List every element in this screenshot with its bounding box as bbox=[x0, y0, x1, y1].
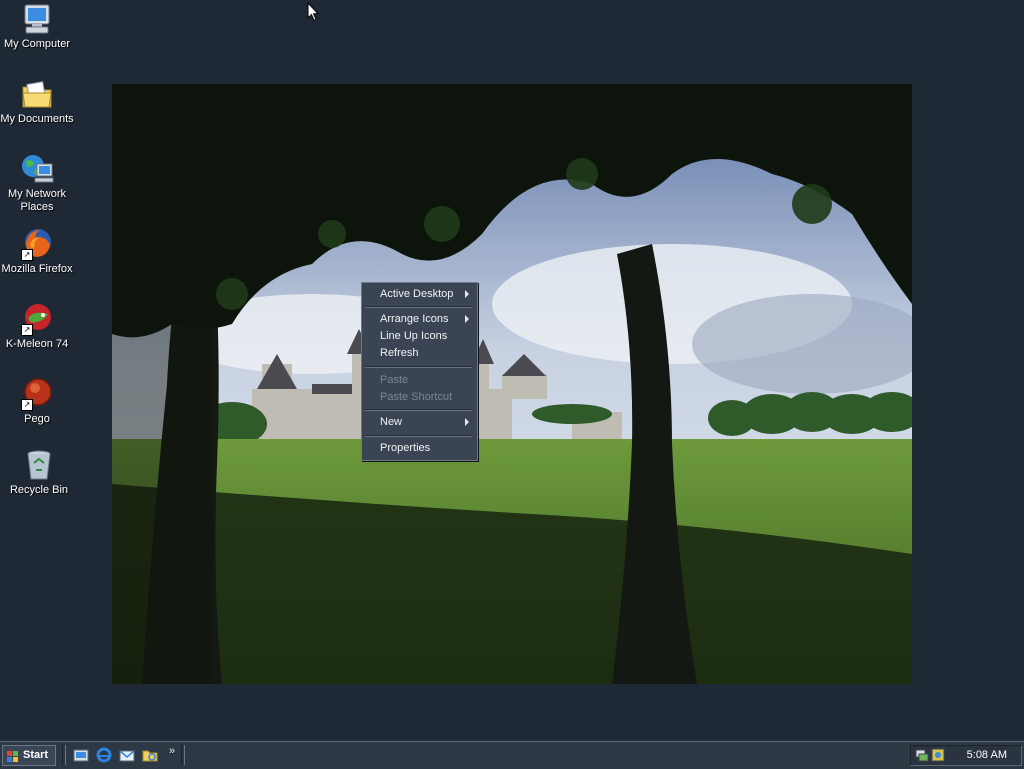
menu-item-arrange-icons[interactable]: Arrange Icons bbox=[362, 311, 475, 327]
menu-item-new[interactable]: New bbox=[362, 414, 475, 430]
menu-separator bbox=[365, 409, 472, 411]
submenu-arrow-icon bbox=[465, 418, 469, 426]
start-label: Start bbox=[23, 749, 49, 761]
taskbar: Start » 5:08 AM bbox=[0, 741, 1024, 769]
desktop-icon-my-network-places[interactable]: My Network Places bbox=[0, 152, 74, 214]
menu-item-paste-shortcut[interactable]: Paste Shortcut bbox=[362, 389, 475, 405]
menu-item-label: Active Desktop bbox=[380, 288, 454, 300]
my-documents-icon bbox=[20, 77, 54, 111]
my-computer-icon bbox=[20, 2, 54, 36]
menu-item-label: Arrange Icons bbox=[380, 313, 449, 325]
menu-separator bbox=[365, 306, 472, 308]
recycle-bin-icon bbox=[22, 448, 56, 482]
internet-explorer-icon[interactable] bbox=[96, 747, 112, 763]
menu-item-label: Paste Shortcut bbox=[380, 391, 453, 403]
desktop-icon-label: My Documents bbox=[0, 113, 74, 125]
desktop-icon-label: Recycle Bin bbox=[9, 484, 69, 496]
desktop-icon-label: My Network Places bbox=[7, 188, 67, 213]
taskbar-clock[interactable]: 5:08 AM bbox=[967, 749, 1007, 761]
kmeleon-icon: ↗ bbox=[20, 302, 54, 336]
taskbar-divider bbox=[62, 745, 66, 765]
desktop-icon-recycle-bin[interactable]: Recycle Bin bbox=[2, 448, 76, 497]
desktop-context-menu: Active Desktop Arrange Icons Line Up Ico… bbox=[361, 282, 478, 461]
menu-separator bbox=[365, 366, 472, 368]
desktop-icon-my-computer[interactable]: My Computer bbox=[0, 2, 74, 51]
menu-item-label: Properties bbox=[380, 442, 431, 454]
show-desktop-icon[interactable] bbox=[73, 747, 89, 763]
menu-item-refresh[interactable]: Refresh bbox=[362, 345, 475, 361]
desktop-icon-label: Pego bbox=[24, 413, 50, 425]
submenu-arrow-icon bbox=[465, 315, 469, 323]
menu-item-active-desktop[interactable]: Active Desktop bbox=[362, 286, 475, 302]
quick-launch-more-button[interactable]: » bbox=[169, 745, 175, 757]
menu-separator bbox=[365, 435, 472, 437]
desktop-icon-label: My Computer bbox=[3, 38, 71, 50]
desktop-wallpaper bbox=[112, 84, 912, 684]
firefox-icon: ↗ bbox=[20, 227, 54, 261]
menu-item-label: Refresh bbox=[380, 347, 419, 359]
menu-item-label: Line Up Icons bbox=[380, 330, 448, 342]
shortcut-arrow-icon: ↗ bbox=[21, 249, 33, 261]
start-button[interactable]: Start bbox=[2, 745, 56, 766]
system-tray: 5:08 AM bbox=[910, 745, 1022, 766]
network-tray-icon[interactable] bbox=[915, 748, 929, 765]
desktop-icon-pego[interactable]: ↗ Pego bbox=[0, 377, 74, 426]
desktop-icon-label: Mozilla Firefox bbox=[1, 263, 73, 275]
windows-logo-icon bbox=[7, 750, 19, 762]
desktop-icon-my-documents[interactable]: My Documents bbox=[0, 77, 74, 126]
windows-explorer-icon[interactable] bbox=[142, 747, 158, 763]
submenu-arrow-icon bbox=[465, 290, 469, 298]
desktop-icon-k-meleon[interactable]: ↗ K-Meleon 74 bbox=[0, 302, 74, 351]
network-places-icon bbox=[20, 152, 54, 186]
mouse-cursor-icon bbox=[307, 1, 320, 25]
desktop-icon-label: K-Meleon 74 bbox=[5, 338, 69, 350]
pego-icon: ↗ bbox=[20, 377, 54, 411]
security-tray-icon[interactable] bbox=[931, 748, 945, 765]
outlook-express-icon[interactable] bbox=[119, 747, 135, 763]
menu-item-line-up-icons[interactable]: Line Up Icons bbox=[362, 328, 475, 344]
desktop-icon-mozilla-firefox[interactable]: ↗ Mozilla Firefox bbox=[0, 227, 74, 276]
shortcut-arrow-icon: ↗ bbox=[21, 324, 33, 336]
shortcut-arrow-icon: ↗ bbox=[21, 399, 33, 411]
menu-item-properties[interactable]: Properties bbox=[362, 440, 475, 456]
menu-item-label: Paste bbox=[380, 374, 409, 386]
taskbar-divider bbox=[181, 745, 185, 765]
menu-item-paste[interactable]: Paste bbox=[362, 372, 475, 388]
menu-item-label: New bbox=[380, 416, 403, 428]
